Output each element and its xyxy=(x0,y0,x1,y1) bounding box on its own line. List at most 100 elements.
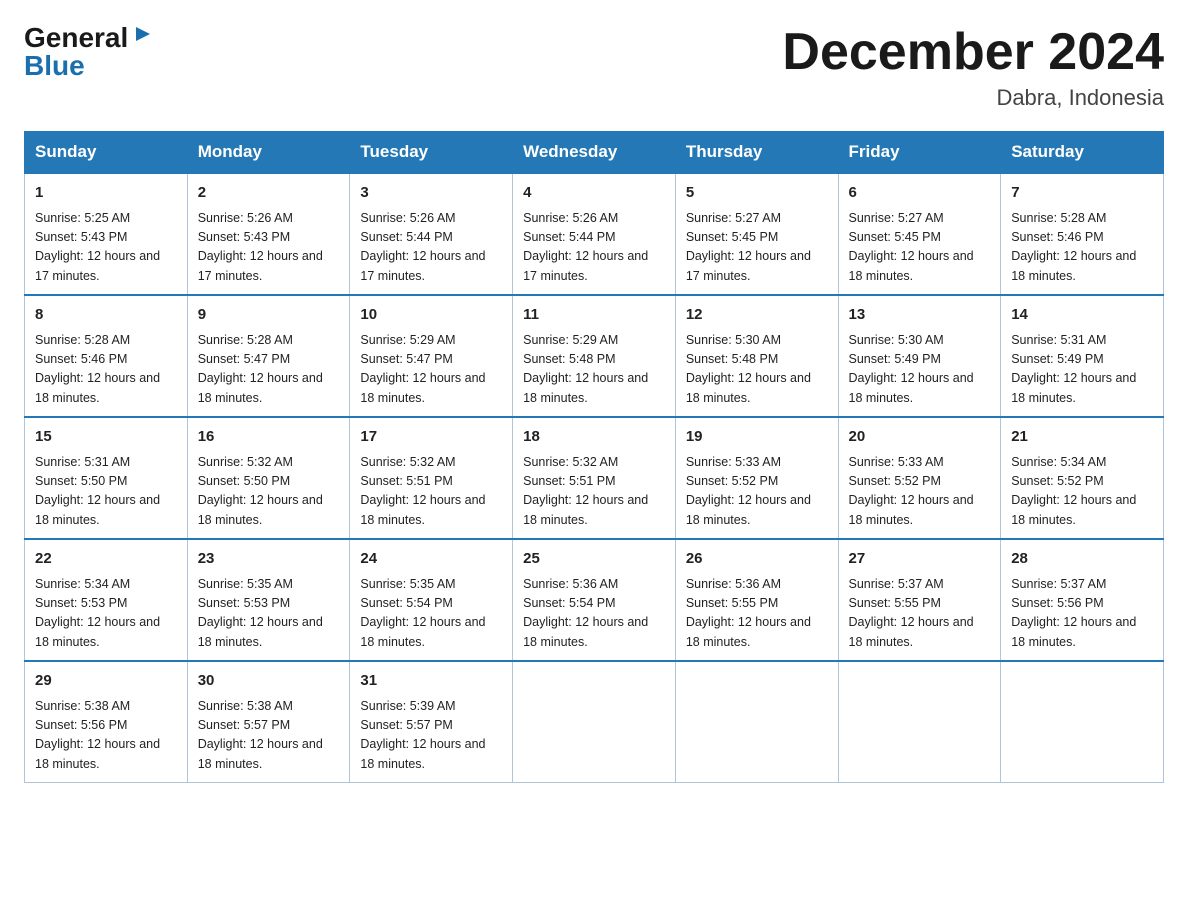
logo-triangle-icon xyxy=(132,23,154,45)
calendar-cell: 13Sunrise: 5:30 AMSunset: 5:49 PMDayligh… xyxy=(838,295,1001,417)
day-info: Sunrise: 5:39 AMSunset: 5:57 PMDaylight:… xyxy=(360,697,502,775)
calendar-cell: 1Sunrise: 5:25 AMSunset: 5:43 PMDaylight… xyxy=(25,173,188,295)
day-number: 13 xyxy=(849,304,991,327)
day-number: 16 xyxy=(198,426,340,449)
week-row-3: 15 Sunrise: 5:31 AMSunset: 5:50 PMDayligh… xyxy=(25,417,1164,539)
week-row-4: 22 Sunrise: 5:34 AMSunset: 5:53 PMDayligh… xyxy=(25,539,1164,661)
day-info: Sunrise: 5:29 AMSunset: 5:48 PMDaylight:… xyxy=(523,331,665,409)
calendar-cell: 5 Sunrise: 5:27 AMSunset: 5:45 PMDaylight… xyxy=(675,173,838,295)
calendar-cell: 23 Sunrise: 5:35 AMSunset: 5:53 PMDayligh… xyxy=(187,539,350,661)
day-number: 12 xyxy=(686,304,828,327)
day-info: Sunrise: 5:27 AMSunset: 5:45 PMDaylight:… xyxy=(686,209,828,287)
day-info: Sunrise: 5:28 AMSunset: 5:47 PMDaylight:… xyxy=(198,331,340,409)
calendar-cell xyxy=(513,661,676,783)
day-info: Sunrise: 5:32 AMSunset: 5:51 PMDaylight:… xyxy=(523,453,665,531)
day-info: Sunrise: 5:34 AMSunset: 5:52 PMDaylight:… xyxy=(1011,453,1153,531)
calendar-cell: 30 Sunrise: 5:38 AMSunset: 5:57 PMDayligh… xyxy=(187,661,350,783)
day-number: 10 xyxy=(360,304,502,327)
calendar-cell: 20Sunrise: 5:33 AMSunset: 5:52 PMDayligh… xyxy=(838,417,1001,539)
calendar-cell: 29 Sunrise: 5:38 AMSunset: 5:56 PMDayligh… xyxy=(25,661,188,783)
page-header: General Blue December 2024 Dabra, Indone… xyxy=(24,24,1164,111)
calendar-cell: 4 Sunrise: 5:26 AMSunset: 5:44 PMDaylight… xyxy=(513,173,676,295)
title-section: December 2024 Dabra, Indonesia xyxy=(782,24,1164,111)
day-number: 7 xyxy=(1011,182,1153,205)
day-info: Sunrise: 5:38 AMSunset: 5:56 PMDaylight:… xyxy=(35,697,177,775)
calendar-cell: 9 Sunrise: 5:28 AMSunset: 5:47 PMDaylight… xyxy=(187,295,350,417)
day-number: 28 xyxy=(1011,548,1153,571)
calendar-body: 1Sunrise: 5:25 AMSunset: 5:43 PMDaylight… xyxy=(25,173,1164,783)
calendar-cell: 7Sunrise: 5:28 AMSunset: 5:46 PMDaylight… xyxy=(1001,173,1164,295)
week-row-2: 8 Sunrise: 5:28 AMSunset: 5:46 PMDaylight… xyxy=(25,295,1164,417)
day-info: Sunrise: 5:26 AMSunset: 5:44 PMDaylight:… xyxy=(360,209,502,287)
day-number: 20 xyxy=(849,426,991,449)
day-info: Sunrise: 5:32 AMSunset: 5:50 PMDaylight:… xyxy=(198,453,340,531)
day-number: 23 xyxy=(198,548,340,571)
column-header-friday: Friday xyxy=(838,132,1001,174)
day-info: Sunrise: 5:25 AMSunset: 5:43 PMDaylight:… xyxy=(35,209,177,287)
day-number: 6 xyxy=(849,182,991,205)
week-row-1: 1Sunrise: 5:25 AMSunset: 5:43 PMDaylight… xyxy=(25,173,1164,295)
day-info: Sunrise: 5:36 AMSunset: 5:54 PMDaylight:… xyxy=(523,575,665,653)
day-number: 30 xyxy=(198,670,340,693)
day-info: Sunrise: 5:31 AMSunset: 5:50 PMDaylight:… xyxy=(35,453,177,531)
calendar-cell xyxy=(1001,661,1164,783)
calendar-cell: 24Sunrise: 5:35 AMSunset: 5:54 PMDayligh… xyxy=(350,539,513,661)
column-header-thursday: Thursday xyxy=(675,132,838,174)
day-info: Sunrise: 5:31 AMSunset: 5:49 PMDaylight:… xyxy=(1011,331,1153,409)
logo-blue-text: Blue xyxy=(24,52,85,80)
day-number: 18 xyxy=(523,426,665,449)
day-number: 4 xyxy=(523,182,665,205)
day-info: Sunrise: 5:27 AMSunset: 5:45 PMDaylight:… xyxy=(849,209,991,287)
logo: General Blue xyxy=(24,24,154,80)
day-number: 5 xyxy=(686,182,828,205)
header-row: SundayMondayTuesdayWednesdayThursdayFrid… xyxy=(25,132,1164,174)
day-info: Sunrise: 5:28 AMSunset: 5:46 PMDaylight:… xyxy=(35,331,177,409)
calendar-cell: 15 Sunrise: 5:31 AMSunset: 5:50 PMDayligh… xyxy=(25,417,188,539)
day-info: Sunrise: 5:35 AMSunset: 5:53 PMDaylight:… xyxy=(198,575,340,653)
month-title: December 2024 xyxy=(782,24,1164,81)
calendar-cell: 21Sunrise: 5:34 AMSunset: 5:52 PMDayligh… xyxy=(1001,417,1164,539)
calendar-cell: 28 Sunrise: 5:37 AMSunset: 5:56 PMDayligh… xyxy=(1001,539,1164,661)
day-number: 14 xyxy=(1011,304,1153,327)
day-info: Sunrise: 5:37 AMSunset: 5:56 PMDaylight:… xyxy=(1011,575,1153,653)
calendar-cell: 10 Sunrise: 5:29 AMSunset: 5:47 PMDayligh… xyxy=(350,295,513,417)
calendar-cell: 16 Sunrise: 5:32 AMSunset: 5:50 PMDayligh… xyxy=(187,417,350,539)
day-info: Sunrise: 5:36 AMSunset: 5:55 PMDaylight:… xyxy=(686,575,828,653)
day-number: 3 xyxy=(360,182,502,205)
calendar-cell: 18 Sunrise: 5:32 AMSunset: 5:51 PMDayligh… xyxy=(513,417,676,539)
location-subtitle: Dabra, Indonesia xyxy=(782,85,1164,111)
day-number: 26 xyxy=(686,548,828,571)
day-number: 31 xyxy=(360,670,502,693)
column-header-saturday: Saturday xyxy=(1001,132,1164,174)
day-number: 22 xyxy=(35,548,177,571)
calendar-cell: 11Sunrise: 5:29 AMSunset: 5:48 PMDayligh… xyxy=(513,295,676,417)
day-info: Sunrise: 5:37 AMSunset: 5:55 PMDaylight:… xyxy=(849,575,991,653)
day-info: Sunrise: 5:32 AMSunset: 5:51 PMDaylight:… xyxy=(360,453,502,531)
day-number: 29 xyxy=(35,670,177,693)
day-info: Sunrise: 5:33 AMSunset: 5:52 PMDaylight:… xyxy=(686,453,828,531)
calendar-cell: 22 Sunrise: 5:34 AMSunset: 5:53 PMDayligh… xyxy=(25,539,188,661)
day-info: Sunrise: 5:29 AMSunset: 5:47 PMDaylight:… xyxy=(360,331,502,409)
calendar-cell: 19Sunrise: 5:33 AMSunset: 5:52 PMDayligh… xyxy=(675,417,838,539)
day-number: 8 xyxy=(35,304,177,327)
day-info: Sunrise: 5:26 AMSunset: 5:43 PMDaylight:… xyxy=(198,209,340,287)
day-info: Sunrise: 5:38 AMSunset: 5:57 PMDaylight:… xyxy=(198,697,340,775)
calendar-cell: 26 Sunrise: 5:36 AMSunset: 5:55 PMDayligh… xyxy=(675,539,838,661)
calendar-cell xyxy=(675,661,838,783)
calendar-header: SundayMondayTuesdayWednesdayThursdayFrid… xyxy=(25,132,1164,174)
calendar-cell: 31 Sunrise: 5:39 AMSunset: 5:57 PMDayligh… xyxy=(350,661,513,783)
day-number: 17 xyxy=(360,426,502,449)
calendar-cell: 12 Sunrise: 5:30 AMSunset: 5:48 PMDayligh… xyxy=(675,295,838,417)
column-header-tuesday: Tuesday xyxy=(350,132,513,174)
day-number: 15 xyxy=(35,426,177,449)
day-number: 2 xyxy=(198,182,340,205)
day-info: Sunrise: 5:34 AMSunset: 5:53 PMDaylight:… xyxy=(35,575,177,653)
day-number: 9 xyxy=(198,304,340,327)
day-number: 25 xyxy=(523,548,665,571)
column-header-sunday: Sunday xyxy=(25,132,188,174)
calendar-cell: 8 Sunrise: 5:28 AMSunset: 5:46 PMDaylight… xyxy=(25,295,188,417)
calendar-cell: 25 Sunrise: 5:36 AMSunset: 5:54 PMDayligh… xyxy=(513,539,676,661)
day-info: Sunrise: 5:35 AMSunset: 5:54 PMDaylight:… xyxy=(360,575,502,653)
day-info: Sunrise: 5:30 AMSunset: 5:48 PMDaylight:… xyxy=(686,331,828,409)
day-info: Sunrise: 5:26 AMSunset: 5:44 PMDaylight:… xyxy=(523,209,665,287)
